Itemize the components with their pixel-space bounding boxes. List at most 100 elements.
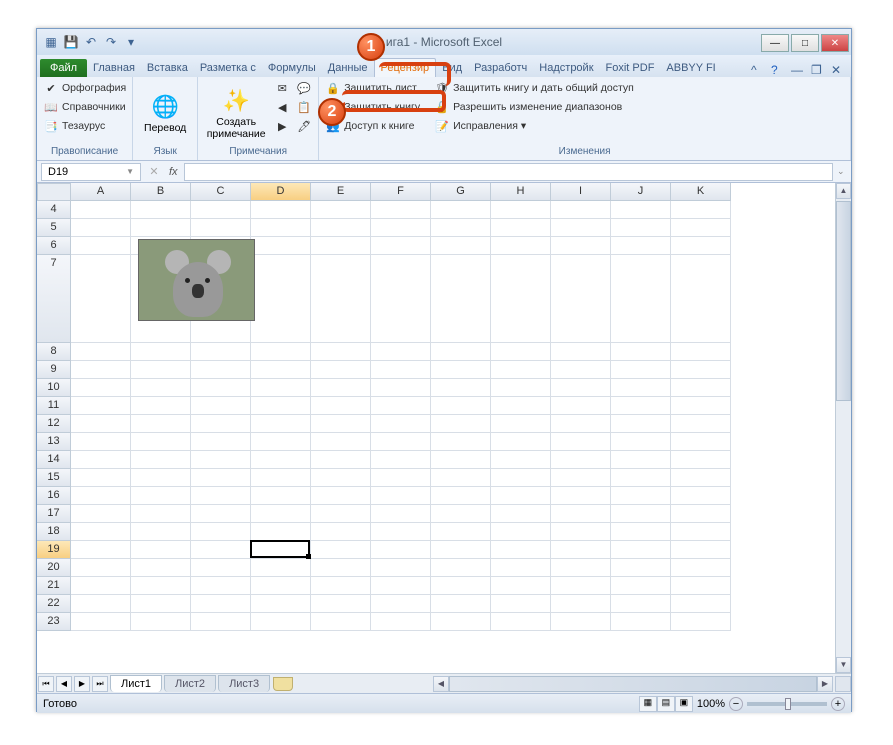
cell[interactable] [191, 523, 251, 541]
row-header-5[interactable]: 5 [37, 219, 71, 237]
cell[interactable] [371, 415, 431, 433]
cell[interactable] [491, 415, 551, 433]
zoom-slider[interactable] [747, 702, 827, 706]
cell[interactable] [131, 415, 191, 433]
cell[interactable] [371, 361, 431, 379]
cell[interactable] [491, 343, 551, 361]
cell[interactable] [251, 415, 311, 433]
column-header-F[interactable]: F [371, 183, 431, 201]
cell[interactable] [311, 613, 371, 631]
cell[interactable] [371, 219, 431, 237]
tab-formulas[interactable]: Формулы [262, 59, 322, 77]
row-header-16[interactable]: 16 [37, 487, 71, 505]
select-all-corner[interactable] [37, 183, 71, 201]
cell[interactable] [551, 523, 611, 541]
cell[interactable] [371, 505, 431, 523]
cell[interactable] [671, 613, 731, 631]
cell[interactable] [671, 343, 731, 361]
cell[interactable] [671, 541, 731, 559]
cell[interactable] [551, 201, 611, 219]
cell[interactable] [491, 237, 551, 255]
cell[interactable] [371, 577, 431, 595]
cell[interactable] [551, 397, 611, 415]
cell[interactable] [371, 487, 431, 505]
cell[interactable] [251, 219, 311, 237]
cell[interactable] [131, 577, 191, 595]
cell[interactable] [431, 577, 491, 595]
scroll-left-button[interactable]: ◀ [433, 676, 449, 692]
scroll-up-button[interactable]: ▲ [836, 183, 851, 199]
row-header-7[interactable]: 7 [37, 255, 71, 343]
cell[interactable] [431, 219, 491, 237]
cell[interactable] [611, 559, 671, 577]
cell[interactable] [371, 559, 431, 577]
cell[interactable] [191, 415, 251, 433]
cell[interactable] [251, 469, 311, 487]
cell[interactable] [491, 255, 551, 343]
cell[interactable] [491, 201, 551, 219]
row-header-4[interactable]: 4 [37, 201, 71, 219]
sheet-tab-3[interactable]: Лист3 [218, 675, 270, 692]
tab-data[interactable]: Данные [322, 59, 374, 77]
row-header-15[interactable]: 15 [37, 469, 71, 487]
cell[interactable] [371, 255, 431, 343]
cell[interactable] [131, 595, 191, 613]
cell[interactable] [611, 541, 671, 559]
row-header-20[interactable]: 20 [37, 559, 71, 577]
cell[interactable] [131, 487, 191, 505]
cell[interactable] [671, 433, 731, 451]
cell[interactable] [671, 595, 731, 613]
cell[interactable] [311, 379, 371, 397]
cell[interactable] [611, 361, 671, 379]
sheet-prev-button[interactable]: ◀ [56, 676, 72, 692]
cell[interactable] [131, 505, 191, 523]
cell[interactable] [251, 255, 311, 343]
cell[interactable] [251, 237, 311, 255]
cancel-formula-icon[interactable]: ✕ [145, 165, 163, 178]
cell[interactable] [251, 433, 311, 451]
row-header-19[interactable]: 19 [37, 541, 71, 559]
cell[interactable] [551, 219, 611, 237]
protect-share-button[interactable]: 🛡Защитить книгу и дать общий доступ [432, 79, 636, 97]
column-header-E[interactable]: E [311, 183, 371, 201]
tab-home[interactable]: Главная [87, 59, 141, 77]
cell[interactable] [251, 397, 311, 415]
cell[interactable] [251, 487, 311, 505]
tab-insert[interactable]: Вставка [141, 59, 194, 77]
doc-restore-icon[interactable]: ❐ [811, 63, 825, 77]
tab-addins[interactable]: Надстройк [533, 59, 599, 77]
cell[interactable] [491, 577, 551, 595]
prev-comment-button[interactable]: ◀ [272, 98, 292, 116]
sheet-first-button[interactable]: ⏮ [38, 676, 54, 692]
cell[interactable] [311, 577, 371, 595]
cell[interactable] [311, 201, 371, 219]
formula-input[interactable] [184, 163, 833, 181]
cell[interactable] [551, 451, 611, 469]
cell[interactable] [491, 613, 551, 631]
cell[interactable] [491, 451, 551, 469]
cell[interactable] [251, 559, 311, 577]
cell[interactable] [371, 397, 431, 415]
cell[interactable] [371, 541, 431, 559]
row-header-8[interactable]: 8 [37, 343, 71, 361]
next-comment-button[interactable]: ▶ [272, 117, 292, 135]
row-header-6[interactable]: 6 [37, 237, 71, 255]
expand-formula-icon[interactable]: ⌄ [837, 166, 851, 177]
name-box-dropdown-icon[interactable]: ▼ [126, 167, 134, 176]
cell[interactable] [131, 433, 191, 451]
cell[interactable] [611, 379, 671, 397]
minimize-ribbon-icon[interactable]: ^ [751, 63, 765, 77]
cell[interactable] [131, 559, 191, 577]
new-comment-button[interactable]: ✨ Создать примечание [202, 79, 270, 146]
tab-file[interactable]: Файл [40, 59, 87, 77]
cell[interactable] [311, 397, 371, 415]
cell[interactable] [71, 343, 131, 361]
cell[interactable] [131, 361, 191, 379]
cell[interactable] [311, 559, 371, 577]
thesaurus-button[interactable]: 📑Тезаурус [41, 117, 128, 135]
cell[interactable] [671, 415, 731, 433]
cell[interactable] [431, 201, 491, 219]
cell[interactable] [251, 451, 311, 469]
cell[interactable] [371, 201, 431, 219]
delete-comment-button[interactable]: ✉ [272, 79, 292, 97]
